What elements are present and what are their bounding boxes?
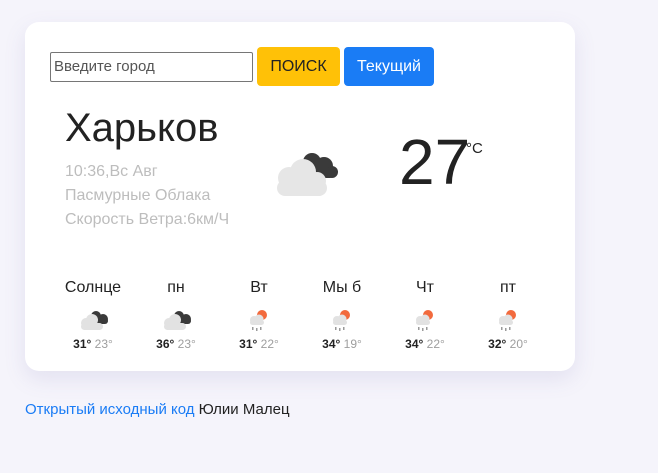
forecast-temps: 34° 19° — [302, 338, 382, 350]
forecast-day: Мы б 34° 19° — [302, 279, 382, 351]
forecast-temps: 36° 23° — [136, 338, 216, 350]
forecast-temps: 31° 22° — [219, 338, 299, 350]
forecast-high: 36° — [156, 337, 175, 351]
current-location-button[interactable]: Текущий — [344, 47, 434, 86]
weather-card: ПОИСК Текущий Харьков 10:36,Вс Авг Пасму… — [25, 22, 575, 371]
sun-rain-icon — [416, 310, 433, 331]
forecast-day-label: Солнце — [64, 279, 122, 296]
weather-description: Пасмурные Облака — [65, 187, 211, 204]
forecast-day: пт 32° 20° — [468, 279, 548, 351]
forecast-low: 22° — [426, 337, 445, 351]
forecast-low: 22° — [260, 337, 279, 351]
forecast-day-label: пн — [167, 279, 185, 296]
sun-rain-icon — [333, 310, 350, 331]
forecast-high: 34° — [405, 337, 424, 351]
overcast-clouds-icon — [164, 311, 191, 330]
forecast-low: 23° — [94, 337, 113, 351]
wind-speed: Скорость Ветра:6км/Ч — [65, 211, 230, 228]
search-bar: ПОИСК Текущий — [50, 47, 434, 86]
forecast-temps: 32° 20° — [468, 338, 548, 350]
overcast-clouds-icon — [81, 311, 108, 330]
forecast-day-label: пт — [500, 279, 516, 296]
footer-credit: Открытый исходный код Юлии Малец — [25, 401, 290, 418]
city-name: Харьков — [65, 106, 219, 150]
sun-rain-icon — [499, 310, 516, 331]
forecast-low: 19° — [343, 337, 362, 351]
forecast-day-label: Мы б — [322, 279, 362, 296]
author-name: Юлии Малец — [194, 401, 290, 418]
search-button[interactable]: ПОИСК — [257, 47, 340, 86]
forecast-day: Чт 34° 22° — [385, 279, 465, 351]
forecast-high: 32° — [488, 337, 507, 351]
forecast-low: 20° — [509, 337, 528, 351]
forecast-high: 31° — [239, 337, 258, 351]
forecast-day: пн 36° 23° — [136, 279, 216, 351]
sun-rain-icon — [250, 310, 267, 331]
forecast-high: 31° — [73, 337, 92, 351]
forecast-high: 34° — [322, 337, 341, 351]
forecast-low: 23° — [177, 337, 196, 351]
city-search-input[interactable] — [50, 51, 253, 82]
overcast-clouds-icon — [277, 153, 338, 196]
temperature-unit: °C — [466, 140, 483, 157]
forecast-day-label: Чт — [416, 279, 434, 296]
forecast-temps: 34° 22° — [385, 338, 465, 350]
forecast-temps: 31° 23° — [53, 338, 133, 350]
open-source-link[interactable]: Открытый исходный код — [25, 401, 195, 418]
forecast-day-label: Вт — [250, 279, 268, 296]
forecast-day: Солнце 31° 23° — [53, 279, 133, 351]
current-temperature: 27 — [399, 126, 471, 198]
current-datetime: 10:36,Вс Авг — [65, 163, 158, 180]
forecast-day: Вт 31° 22° — [219, 279, 299, 351]
